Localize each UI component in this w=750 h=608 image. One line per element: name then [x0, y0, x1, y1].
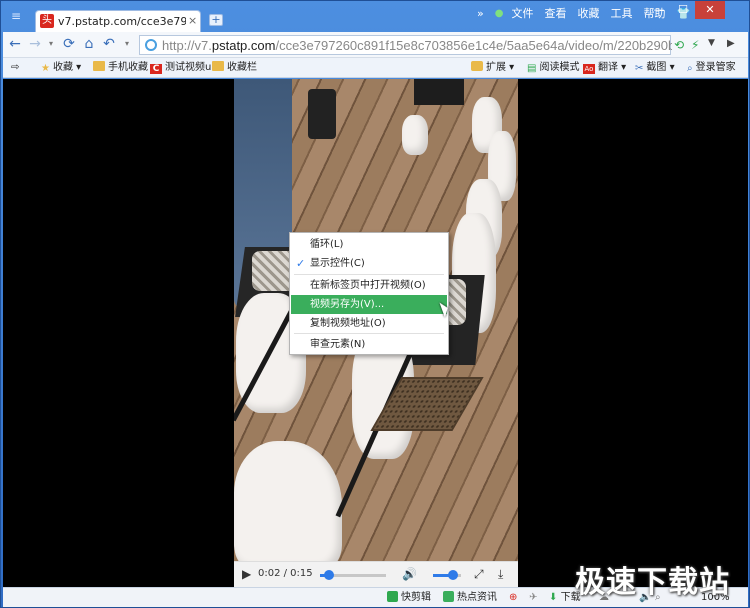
- lightning-icon[interactable]: ⚡: [691, 38, 699, 52]
- minimize-button[interactable]: —: [647, 1, 671, 19]
- context-menu: 循环(L) ✓ 显示控件(C) 在新标签页中打开视频(O) 视频另存为(V)...…: [289, 232, 449, 355]
- address-bar[interactable]: http://v7.pstatp.com/cce3e797260c891f15e…: [139, 35, 672, 55]
- menu-view[interactable]: 查看: [544, 6, 566, 22]
- checkmark-icon: ✓: [296, 257, 306, 270]
- pin-icon[interactable]: ✈: [529, 591, 537, 605]
- sidebar-toggle-icon[interactable]: ⇨: [11, 60, 19, 76]
- folder-icon: [93, 61, 105, 71]
- news-icon: [443, 591, 454, 602]
- back-arrow-icon[interactable]: ←: [7, 36, 23, 52]
- maximize-button[interactable]: ☐: [671, 1, 695, 19]
- browser-menu-icon[interactable]: ≡: [11, 10, 23, 22]
- menu-more-icon[interactable]: »: [477, 6, 484, 22]
- video-cat: [402, 115, 428, 155]
- bookmark-favorites[interactable]: ★ 收藏 ▾: [41, 60, 81, 76]
- site-security-icon: [145, 39, 157, 51]
- search-icon: ⌕: [687, 63, 693, 74]
- download-arrow-icon: ⬇: [549, 592, 558, 603]
- translate-button[interactable]: Ao 翻译 ▾: [583, 60, 626, 76]
- download-icon[interactable]: ⤓: [498, 567, 503, 581]
- menu-item-inspect-element[interactable]: 审查元素(N): [291, 335, 447, 354]
- video-cat: [234, 441, 342, 571]
- video-time: 0:02 / 0:15: [258, 568, 313, 579]
- go-button[interactable]: ▶: [727, 38, 735, 49]
- video-progress-knob[interactable]: [323, 570, 334, 580]
- video-progress-bar[interactable]: [320, 570, 386, 580]
- volume-icon[interactable]: 🔊: [402, 567, 417, 581]
- refresh-icon[interactable]: ⟳: [61, 36, 77, 52]
- green-leaf-icon[interactable]: ●: [495, 6, 504, 22]
- browser-window: ≡ 头 v7.pstatp.com/cce3e797260c × + » ● 文…: [0, 0, 750, 608]
- folder-icon: [212, 61, 224, 71]
- menu-item-copy-video-address[interactable]: 复制视频地址(O): [291, 314, 447, 333]
- speed-mode-icon[interactable]: ⟲: [674, 38, 684, 52]
- navigation-bar: ← → ▾ ⟳ ⌂ ↶ ▾ http://v7.pstatp.com/cce3e…: [3, 32, 748, 58]
- fullscreen-icon[interactable]: ⤢: [474, 567, 484, 581]
- undo-dropdown-icon[interactable]: ▾: [119, 36, 135, 52]
- quick-cut-button[interactable]: 快剪辑: [387, 591, 431, 605]
- menu-separator: [294, 274, 444, 275]
- menu-tools[interactable]: 工具: [610, 6, 632, 22]
- address-url[interactable]: http://v7.pstatp.com/cce3e797260c891f15e…: [162, 38, 672, 53]
- play-button[interactable]: ▶: [242, 567, 251, 581]
- extensions-button[interactable]: 扩展 ▾: [471, 60, 514, 76]
- scissors-icon: ✂: [635, 63, 644, 74]
- bookmarks-bar: ⇨ ★ 收藏 ▾ 手机收藏 C 测试视频u 收藏栏 扩展 ▾ ▤ 阅读模式 Ao 翻译 …: [3, 58, 748, 78]
- bookmark-test-video[interactable]: C 测试视频u: [150, 60, 211, 76]
- reader-mode-button[interactable]: ▤ 阅读模式: [527, 60, 579, 76]
- star-icon: ★: [41, 63, 50, 74]
- shield-icon[interactable]: ⊕: [509, 591, 517, 605]
- site-favicon-icon: 头: [40, 14, 54, 28]
- history-dropdown-icon[interactable]: ▾: [43, 36, 59, 52]
- menu-item-save-video-as[interactable]: 视频另存为(V)...: [291, 295, 447, 314]
- address-dropdown-icon[interactable]: ▼: [708, 38, 715, 48]
- menu-item-loop[interactable]: 循环(L): [291, 235, 447, 254]
- menu-item-show-controls[interactable]: ✓ 显示控件(C): [291, 254, 447, 273]
- page-content: 循环(L) ✓ 显示控件(C) 在新标签页中打开视频(O) 视频另存为(V)...…: [3, 79, 748, 587]
- bookmark-favorites-bar[interactable]: 收藏栏: [212, 60, 257, 76]
- undo-icon[interactable]: ↶: [101, 36, 117, 52]
- tab-title: v7.pstatp.com/cce3e797260c: [58, 15, 186, 28]
- translate-icon: Ao: [583, 64, 595, 74]
- volume-slider[interactable]: [433, 570, 461, 580]
- bookmark-mobile-favorites[interactable]: 手机收藏: [93, 60, 148, 76]
- video-shoes: [414, 79, 464, 105]
- video-bag: [308, 89, 336, 139]
- tab-close-icon[interactable]: ×: [188, 14, 197, 27]
- c-logo-icon: C: [150, 64, 162, 74]
- extensions-icon: [471, 61, 483, 71]
- close-window-button[interactable]: ✕: [695, 1, 725, 19]
- forward-arrow-icon[interactable]: →: [27, 36, 43, 52]
- new-tab-button[interactable]: +: [209, 14, 223, 26]
- video-controls: ▶ 0:02 / 0:15 🔊 ⤢ ⤓: [234, 561, 518, 587]
- title-bar: ≡ 头 v7.pstatp.com/cce3e797260c × + » ● 文…: [1, 1, 750, 32]
- watermark-logo: 极速下载站: [575, 565, 730, 600]
- book-icon: ▤: [527, 63, 537, 74]
- volume-knob[interactable]: [447, 570, 458, 580]
- window-controls: — ☐ ✕: [647, 1, 725, 21]
- screenshot-button[interactable]: ✂ 截图 ▾: [635, 60, 675, 76]
- quick-cut-icon: [387, 591, 398, 602]
- home-icon[interactable]: ⌂: [81, 36, 97, 52]
- menu-separator: [294, 333, 444, 334]
- menu-favorites[interactable]: 收藏: [577, 6, 599, 22]
- browser-tab[interactable]: 头 v7.pstatp.com/cce3e797260c ×: [35, 10, 201, 32]
- menu-item-open-video-new-tab[interactable]: 在新标签页中打开视频(O): [291, 276, 447, 295]
- menu-file[interactable]: 文件: [511, 6, 533, 22]
- hot-news-button[interactable]: 热点资讯: [443, 591, 497, 605]
- login-manager-button[interactable]: ⌕ 登录管家: [687, 60, 736, 76]
